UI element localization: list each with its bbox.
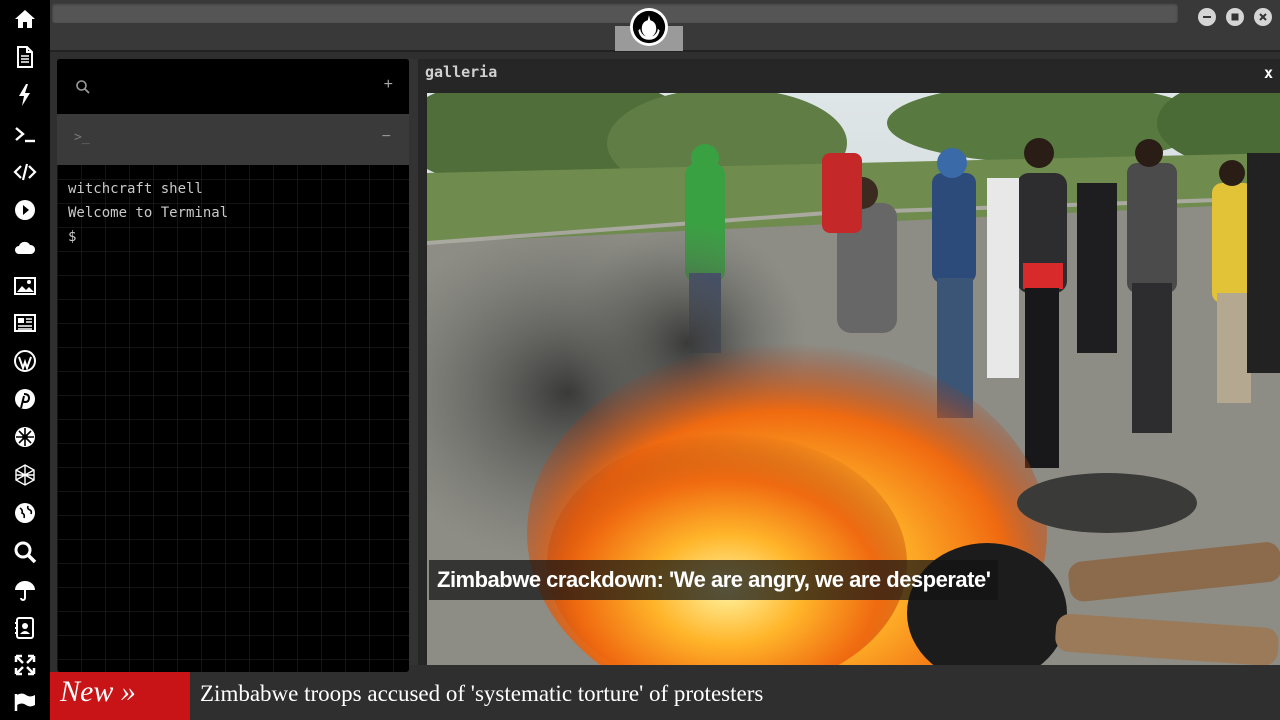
gallery-close-button[interactable]: x: [1264, 64, 1273, 82]
terminal-search-row: +: [57, 59, 409, 114]
rebel-alliance-icon: [630, 8, 668, 46]
close-icon[interactable]: [1254, 8, 1272, 26]
terminal-line: Welcome to Terminal: [68, 205, 229, 221]
ticker-badge: New »: [50, 672, 190, 720]
ticker-headline[interactable]: Zimbabwe troops accused of 'systematic t…: [200, 681, 763, 707]
code-icon[interactable]: [11, 158, 39, 186]
galactic-empire-icon[interactable]: [11, 423, 39, 451]
gallery-caption[interactable]: Zimbabwe crackdown: 'We are angry, we ar…: [429, 560, 999, 600]
newspaper-icon[interactable]: [11, 309, 39, 337]
minimize-icon[interactable]: [1198, 8, 1216, 26]
app-sidebar: [0, 0, 50, 720]
maximize-icon[interactable]: [1226, 8, 1244, 26]
search-icon[interactable]: [11, 538, 39, 566]
image-icon[interactable]: [11, 272, 39, 300]
panel-splitter[interactable]: [409, 59, 418, 665]
terminal-prompt: $: [68, 229, 77, 245]
cloud-icon[interactable]: [11, 234, 39, 262]
gallery-title: galleria: [425, 63, 498, 81]
globe-icon[interactable]: [11, 499, 39, 527]
fullscreen-icon[interactable]: [11, 651, 39, 679]
window-titlebar: [50, 0, 1280, 52]
contact-card-icon[interactable]: [11, 614, 39, 642]
network-sphere-icon[interactable]: [11, 461, 39, 489]
play-icon[interactable]: [11, 196, 39, 224]
news-ticker: New » Zimbabwe troops accused of 'system…: [50, 672, 1280, 720]
pinterest-icon[interactable]: [11, 385, 39, 413]
umbrella-icon[interactable]: [11, 576, 39, 604]
home-icon[interactable]: [11, 5, 39, 33]
collapse-terminal-button[interactable]: −: [382, 128, 391, 146]
terminal-panel: + >_ − witchcraft shell Welcome to Termi…: [57, 59, 409, 672]
wordpress-icon[interactable]: [11, 347, 39, 375]
terminal-line: witchcraft shell: [68, 181, 203, 197]
terminal-tab[interactable]: >_ −: [57, 114, 409, 165]
gallery-panel: galleria x Zimbabwe crackdown: 'We are a…: [418, 59, 1280, 665]
add-terminal-button[interactable]: +: [384, 76, 393, 94]
lightning-icon[interactable]: [11, 81, 39, 109]
terminal-icon[interactable]: [11, 120, 39, 148]
logo-tab[interactable]: [615, 0, 683, 51]
flag-icon[interactable]: [11, 688, 39, 716]
gallery-photo[interactable]: Zimbabwe crackdown: 'We are angry, we ar…: [427, 93, 1280, 665]
search-icon[interactable]: [75, 79, 91, 95]
document-icon[interactable]: [11, 43, 39, 71]
terminal-output[interactable]: witchcraft shell Welcome to Terminal $: [68, 177, 398, 249]
terminal-prompt-icon: >_: [74, 130, 90, 145]
